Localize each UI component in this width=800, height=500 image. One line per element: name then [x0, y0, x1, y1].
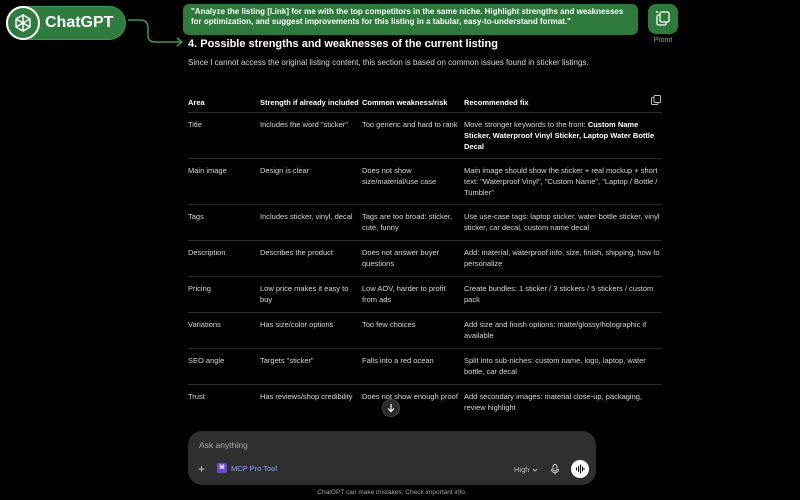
plus-icon[interactable]: +	[198, 463, 205, 475]
openai-logo-icon	[6, 6, 40, 40]
section-title: 4. Possible strengths and weaknesses of …	[188, 38, 498, 50]
cell-weakness: Does not show size/material/use case	[362, 158, 464, 205]
cell-fix: Create bundles: 1 sticker / 3 stickers /…	[464, 276, 662, 313]
header-fix: Recommended fix	[464, 88, 662, 113]
prompt-button[interactable]	[648, 4, 678, 34]
prompt-text: "Analyze the listing [Link] for me with …	[191, 7, 624, 26]
model-label: High	[514, 465, 530, 474]
cell-weakness: Low AOV, harder to profit from ads	[362, 276, 464, 313]
chat-input[interactable]	[199, 440, 579, 450]
disclaimer-text: ChatGPT can make mistakes. Check importa…	[317, 489, 467, 496]
scroll-down-icon	[387, 404, 395, 413]
mcp-tool-chip[interactable]: M MCP Pro Tool	[217, 463, 277, 473]
cell-strength: Design is clear	[260, 158, 362, 205]
cell-weakness: Does not show enough proof	[362, 391, 458, 401]
logo-text: ChatGPT	[45, 14, 114, 31]
cell-fix: Move stronger keywords to the front: Cus…	[464, 112, 662, 159]
connector-line	[128, 19, 184, 47]
table-row: Description Describes the product Does n…	[188, 240, 662, 277]
table-row: Main image Design is clear Does not show…	[188, 158, 662, 205]
prompt-banner: "Analyze the listing [Link] for me with …	[183, 4, 638, 35]
mcp-tool-label: MCP Pro Tool	[231, 463, 277, 473]
intro-text: Since I cannot access the original listi…	[188, 58, 589, 67]
cell-strength: Targets "sticker"	[260, 348, 362, 385]
cell-weakness: Tags are too broad: sticker, cute, funny	[362, 204, 464, 241]
table-row: Variations Has size/color options Too fe…	[188, 312, 662, 349]
voice-mode-button[interactable]	[571, 460, 589, 478]
header-strength: Strength if already included	[260, 88, 362, 113]
mic-icon[interactable]	[550, 464, 560, 475]
cell-strength: Has size/color options	[260, 312, 362, 349]
cell-area: Description	[188, 240, 260, 277]
chatgpt-logo-badge: ChatGPT	[6, 6, 126, 40]
cell-fix: Add: material, waterproof info, size, fi…	[464, 240, 662, 277]
prompt-icon	[656, 11, 670, 26]
cell-fix: Use use-case tags: laptop sticker, water…	[464, 204, 662, 241]
header-weakness: Common weakness/risk	[362, 88, 464, 113]
header-area: Area	[188, 88, 260, 113]
voice-icon	[575, 464, 585, 474]
cell-strength: Includes the word "sticker"	[260, 112, 362, 159]
mcp-tool-icon: M	[217, 463, 227, 473]
cell-area: Pricing	[188, 276, 260, 313]
table-row: Title Includes the word "sticker" Too ge…	[188, 112, 662, 159]
cell-area: Tags	[188, 204, 260, 241]
cell-weakness: Falls into a red ocean	[362, 348, 464, 385]
cell-fix: Add secondary images: material close-up,…	[464, 391, 643, 412]
table-row: Trust Has reviews/shop credibility Does …	[188, 384, 662, 420]
cell-area: Main image	[188, 158, 260, 205]
cell-strength: Low price makes it easy to buy	[260, 276, 362, 313]
cell-area: SEO angle	[188, 348, 260, 385]
prompt-label: Promt	[653, 37, 673, 44]
model-select[interactable]: High	[514, 465, 538, 474]
fix-text: Move stronger keywords to the front:	[464, 119, 588, 129]
table-row: SEO angle Targets "sticker" Falls into a…	[188, 348, 662, 385]
cell-strength: Describes the product	[260, 240, 362, 277]
cell-fix: Main image should show the sticker + rea…	[464, 158, 662, 205]
cell-weakness: Too generic and hard to rank	[362, 112, 464, 159]
composer: + M MCP Pro Tool High	[188, 431, 596, 485]
cell-strength: Includes sticker, vinyl, decal	[260, 204, 362, 241]
cell-weakness: Too few choices	[362, 312, 464, 349]
chevron-down-icon	[533, 468, 538, 472]
cell-area: Variations	[188, 312, 260, 349]
cell-strength: Has reviews/shop credibility	[260, 391, 353, 401]
table-header-row: Area Strength if already included Common…	[188, 88, 662, 113]
cell-area: Title	[188, 112, 260, 159]
cell-fix: Split into sub-niches: custom name, logo…	[464, 348, 662, 385]
scroll-down-button[interactable]	[382, 399, 400, 417]
table-row: Pricing Low price makes it easy to buy L…	[188, 276, 662, 313]
table-row: Tags Includes sticker, vinyl, decal Tags…	[188, 204, 662, 241]
cell-fix: Add size and finish options: matte/gloss…	[464, 312, 662, 349]
listing-analysis-table: Area Strength if already included Common…	[188, 88, 662, 420]
cell-area: Trust	[188, 391, 205, 401]
cell-weakness: Does not answer buyer questions	[362, 240, 464, 277]
